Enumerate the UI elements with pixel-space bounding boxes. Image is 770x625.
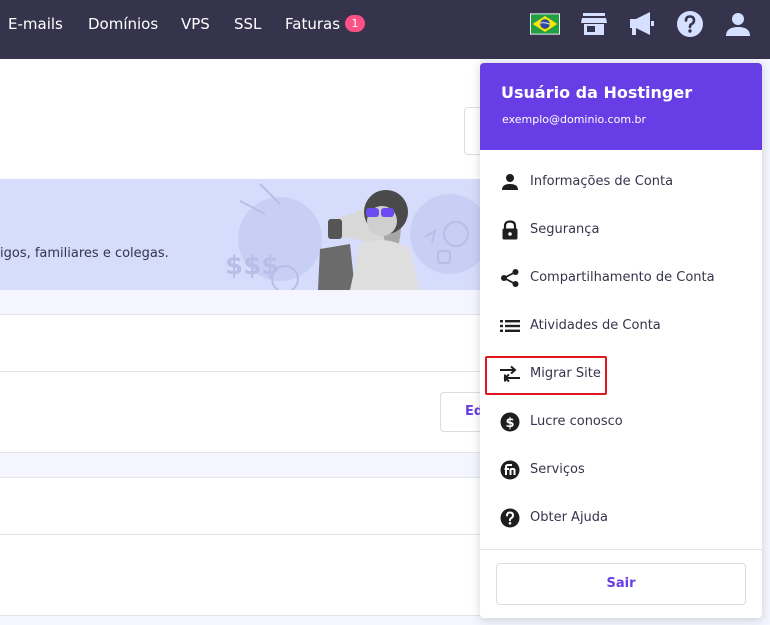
menu-item-earn-with-us[interactable]: $ Lucre conosco [480, 399, 762, 445]
account-dropdown: Usuário da Hostinger exemplo@dominio.com… [480, 63, 762, 618]
menu-item-label: Serviços [530, 462, 585, 477]
menu-item-account-activity[interactable]: Atividades de Conta [480, 303, 762, 349]
brazil-flag-icon[interactable] [530, 10, 560, 38]
menu-item-label: Atividades de Conta [530, 318, 661, 333]
menu-item-get-help[interactable]: Obter Ajuda [480, 495, 762, 541]
nav-invoices[interactable]: Faturas [285, 14, 340, 34]
partial-edit-button[interactable]: Ed [440, 392, 485, 432]
highlight-box [485, 356, 607, 395]
menu-item-label: Lucre conosco [530, 414, 623, 429]
referral-banner: igos, familiares e colegas. $$$ [0, 179, 480, 290]
lock-icon [499, 219, 521, 241]
user-icon [499, 171, 521, 193]
help-icon [499, 507, 521, 529]
nav-vps[interactable]: VPS [181, 14, 210, 34]
nav-ssl[interactable]: SSL [234, 14, 261, 34]
account-name: Usuário da Hostinger [501, 83, 693, 102]
list-row [0, 314, 480, 372]
user-icon[interactable] [723, 10, 753, 38]
store-icon[interactable] [579, 10, 609, 38]
services-icon [499, 459, 521, 481]
nav-domains[interactable]: Domínios [88, 14, 158, 34]
svg-text:$$$: $$$ [225, 251, 279, 281]
menu-item-label: Informações de Conta [530, 174, 674, 189]
menu-item-label: Compartilhamento de Conta [530, 270, 715, 285]
list-icon [499, 315, 521, 337]
list-row [0, 535, 480, 616]
share-icon [499, 267, 521, 289]
list-row [0, 372, 480, 453]
help-icon[interactable] [675, 10, 705, 38]
nav-emails[interactable]: E-mails [8, 14, 63, 34]
menu-item-account-info[interactable]: Informações de Conta [480, 159, 762, 205]
banner-text: igos, familiares e colegas. [0, 246, 169, 261]
menu-item-security[interactable]: Segurança [480, 207, 762, 253]
svg-text:$: $ [505, 416, 514, 431]
logout-button[interactable]: Sair [496, 563, 746, 605]
menu-item-label: Segurança [530, 222, 600, 237]
page-header-area [0, 59, 480, 179]
invoices-badge: 1 [345, 15, 365, 32]
account-header: Usuário da Hostinger exemplo@dominio.com… [480, 63, 762, 150]
megaphone-woman-illustration: $$$ [225, 183, 480, 290]
megaphone-icon[interactable] [627, 10, 657, 38]
menu-item-label: Obter Ajuda [530, 510, 609, 525]
menu-divider [480, 549, 762, 550]
menu-item-account-sharing[interactable]: Compartilhamento de Conta [480, 255, 762, 301]
menu-item-services[interactable]: Serviços [480, 447, 762, 493]
top-navbar: E-mails Domínios VPS SSL Faturas 1 [0, 0, 770, 59]
dollar-icon: $ [499, 411, 521, 433]
account-email: exemplo@dominio.com.br [502, 113, 647, 126]
list-row [0, 477, 480, 535]
